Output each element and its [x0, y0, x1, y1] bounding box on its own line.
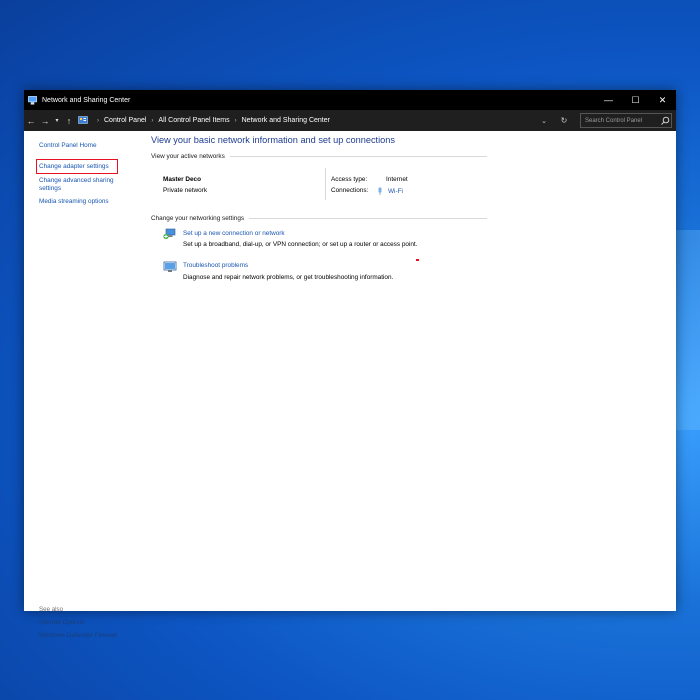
- back-button[interactable]: ←: [24, 116, 38, 126]
- change-settings-heading-text: Change your networking settings: [151, 215, 245, 222]
- troubleshoot-problems-link[interactable]: Troubleshoot problems: [183, 262, 248, 269]
- new-connection-icon: [163, 228, 176, 240]
- breadcrumb-separator: ›: [234, 117, 237, 124]
- control-panel-icon: [78, 116, 88, 124]
- access-type-value: Internet: [386, 176, 408, 183]
- setup-new-connection-description: Set up a broadband, dial-up, or VPN conn…: [183, 241, 418, 248]
- address-bar: ← → ▾ ↑ › Control Panel › All Control Pa…: [24, 110, 676, 131]
- minimize-button[interactable]: —: [595, 90, 622, 110]
- active-networks-heading: View your active networks: [151, 153, 487, 160]
- sidebar-item-control-panel-home[interactable]: Control Panel Home: [39, 142, 97, 150]
- forward-button[interactable]: →: [38, 116, 52, 126]
- network-app-icon: [28, 95, 37, 105]
- network-name: Master Deco: [163, 176, 202, 183]
- network-type: Private network: [163, 187, 208, 194]
- troubleshoot-problems-description: Diagnose and repair network problems, or…: [183, 274, 394, 281]
- troubleshoot-icon: [163, 261, 177, 272]
- breadcrumb-control-panel[interactable]: Control Panel: [104, 117, 146, 124]
- see-also-label: See also: [39, 606, 64, 613]
- connections-value: Wi-Fi: [376, 187, 403, 195]
- window-content: Control Panel Home Change adapter settin…: [24, 131, 676, 639]
- active-networks-heading-text: View your active networks: [151, 153, 225, 160]
- sidebar-item-defender-firewall[interactable]: Windows Defender Firewall: [39, 632, 117, 640]
- maximize-button[interactable]: ☐: [622, 90, 649, 110]
- search-input[interactable]: Search Control Panel: [580, 113, 672, 128]
- window-title: Network and Sharing Center: [42, 96, 131, 104]
- close-button[interactable]: ✕: [649, 90, 676, 110]
- sidebar-item-change-advanced-sharing[interactable]: Change advanced sharing settings: [39, 177, 129, 193]
- wifi-connection-link[interactable]: Wi-Fi: [388, 188, 403, 195]
- title-bar: Network and Sharing Center — ☐ ✕: [24, 90, 676, 110]
- search-placeholder: Search Control Panel: [585, 117, 643, 124]
- breadcrumb-separator: ›: [97, 117, 99, 124]
- chevron-down-icon[interactable]: ⌄: [534, 117, 554, 125]
- main-panel: View your basic network information and …: [151, 131, 676, 611]
- setup-new-connection-link[interactable]: Set up a new connection or network: [183, 230, 285, 237]
- network-sharing-window: Network and Sharing Center — ☐ ✕ ← → ▾ ↑…: [24, 90, 676, 639]
- page-title: View your basic network information and …: [151, 135, 395, 145]
- breadcrumb: › Control Panel › All Control Panel Item…: [76, 116, 534, 125]
- divider: [229, 156, 487, 157]
- connections-label: Connections:: [331, 187, 369, 194]
- search-icon[interactable]: [659, 116, 671, 126]
- sidebar: Control Panel Home Change adapter settin…: [24, 131, 144, 639]
- change-settings-heading: Change your networking settings: [151, 215, 487, 222]
- breadcrumb-all-items[interactable]: All Control Panel Items: [158, 117, 229, 124]
- access-type-label: Access type:: [331, 176, 368, 183]
- refresh-icon[interactable]: ↻: [554, 116, 574, 125]
- sidebar-item-change-adapter-settings[interactable]: Change adapter settings: [39, 163, 109, 171]
- wifi-icon: [378, 187, 382, 195]
- sidebar-item-media-streaming[interactable]: Media streaming options: [39, 198, 109, 206]
- mouse-cursor-mark: [416, 259, 419, 261]
- address-bar-actions: ⌄ ↻ Search Control Panel: [534, 113, 676, 128]
- breadcrumb-separator: ›: [151, 117, 154, 124]
- divider: [325, 168, 326, 200]
- up-button[interactable]: ↑: [62, 116, 76, 126]
- divider: [249, 218, 487, 219]
- breadcrumb-network-center[interactable]: Network and Sharing Center: [242, 117, 330, 124]
- recent-locations-button[interactable]: ▾: [52, 117, 62, 124]
- sidebar-item-internet-options[interactable]: Internet Options: [39, 619, 84, 627]
